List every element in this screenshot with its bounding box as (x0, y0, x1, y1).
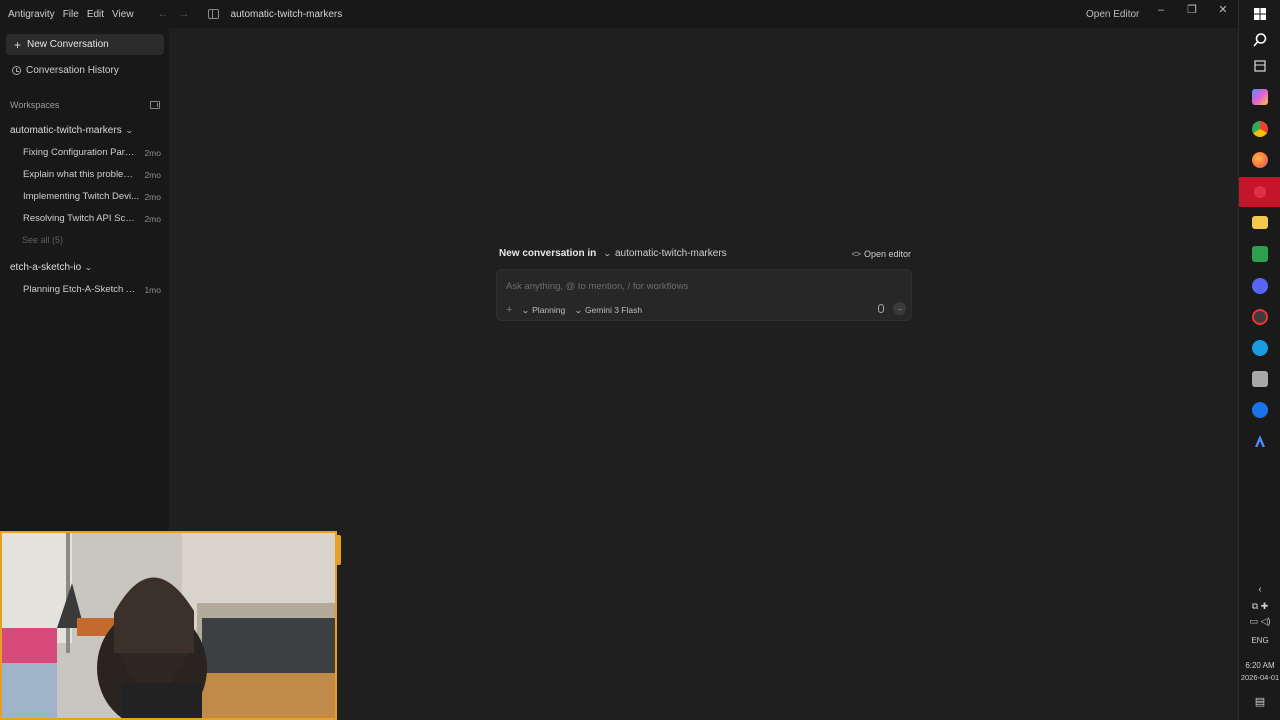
conversation-age: 1mo (144, 284, 161, 295)
title-bar: Antigravity File Edit View ← → automatic… (0, 0, 1238, 28)
forward-arrow-icon[interactable]: → (179, 8, 190, 20)
model-label: Gemini 3 Flash (584, 305, 643, 315)
new-conversation-button[interactable]: + New Conversation (6, 34, 164, 55)
language-indicator[interactable]: ENG (1239, 636, 1280, 645)
nav-arrows: ← → (158, 8, 190, 20)
menu-edit[interactable]: Edit (87, 9, 104, 20)
spreadsheet-icon[interactable] (1252, 246, 1268, 262)
webcam-tab (336, 535, 341, 565)
code-icon: <> (851, 248, 860, 259)
obs-icon[interactable] (1252, 309, 1268, 325)
conversation-item[interactable]: Planning Etch-A-Sketch App 1mo (23, 284, 161, 295)
conversation-title: Explain what this problem i... (23, 169, 139, 180)
webcam-overlay (0, 531, 337, 720)
active-app-highlight[interactable] (1239, 177, 1280, 207)
chevron-up-icon[interactable]: ‹ (1239, 584, 1280, 595)
conversation-title: Resolving Twitch API Scop... (23, 213, 139, 224)
steam-icon[interactable] (1252, 340, 1268, 356)
drive-icon[interactable] (1252, 371, 1268, 387)
chrome-icon[interactable] (1252, 121, 1268, 137)
restore-icon[interactable]: ❐ (1182, 4, 1202, 18)
workspace-selector-label: automatic-twitch-markers (614, 248, 727, 259)
firefox-icon[interactable] (1252, 152, 1268, 168)
composer-header: New conversation in ⌄ automatic-twitch-m… (499, 248, 911, 259)
conversation-item[interactable]: Implementing Twitch Devi... 2mo (23, 191, 161, 202)
conversation-item[interactable]: Resolving Twitch API Scop... 2mo (23, 213, 161, 224)
chevron-down-icon: ⌄ (124, 126, 134, 135)
antigravity-icon[interactable] (1252, 433, 1268, 449)
workspaces-header: Workspaces (10, 100, 160, 110)
task-view-icon[interactable] (1252, 58, 1268, 74)
microphone-icon[interactable] (878, 304, 884, 313)
menu-antigravity[interactable]: Antigravity (8, 9, 55, 20)
workspace-name: automatic-twitch-markers (10, 125, 122, 136)
maps-pin-icon[interactable] (1252, 402, 1268, 418)
add-folder-icon[interactable] (150, 101, 160, 109)
open-editor-link[interactable]: <> Open editor (851, 249, 911, 259)
conversation-age: 2mo (144, 169, 161, 180)
conversation-title: Fixing Configuration Parse ... (23, 147, 139, 158)
close-icon[interactable]: ✕ (1213, 4, 1233, 18)
conversation-item[interactable]: Fixing Configuration Parse ... 2mo (23, 147, 161, 158)
conversation-item[interactable]: Explain what this problem i... 2mo (23, 169, 161, 180)
open-editor-button[interactable]: Open Editor (1086, 9, 1139, 20)
conversation-age: 2mo (144, 191, 161, 202)
clock-date[interactable]: 2026-04-01 (1239, 673, 1280, 682)
mode-selector[interactable]: ⌄ Planning (521, 305, 566, 315)
composer-intro: New conversation in (499, 248, 597, 259)
plus-icon: + (14, 37, 22, 52)
chevron-down-icon: ⌄ (603, 249, 612, 258)
prompt-composer[interactable]: Ask anything, @ to mention, / for workfl… (496, 269, 912, 321)
add-context-icon[interactable]: + (506, 304, 512, 316)
conversation-title: Planning Etch-A-Sketch App (23, 284, 139, 295)
send-button[interactable]: → (893, 302, 906, 315)
conversation-history-label: Conversation History (26, 65, 119, 76)
conversation-age: 2mo (144, 147, 161, 158)
workspace-automatic-twitch-markers[interactable]: automatic-twitch-markers ⌄ (10, 125, 134, 136)
menu-bar: Antigravity File Edit View (0, 9, 134, 20)
composer-toolbar: + ⌄ Planning ⌄ Gemini 3 Flash (506, 304, 642, 316)
back-arrow-icon[interactable]: ← (158, 8, 169, 20)
see-all-link[interactable]: See all (5) (22, 235, 63, 245)
notifications-icon[interactable]: ▤ (1239, 695, 1280, 708)
taskbar: ‹ ⧉ ✚ ▭ ◁) ENG 6:20 AM 2026-04-01 ▤ (1238, 0, 1280, 720)
webcam-image (2, 533, 335, 718)
windows-start-icon[interactable] (1252, 6, 1268, 22)
workspace-name: etch-a-sketch-io (10, 262, 82, 273)
workspaces-label: Workspaces (10, 100, 60, 110)
app-icon (1254, 186, 1266, 198)
workspace-title: automatic-twitch-markers (230, 8, 343, 20)
copilot-icon[interactable] (1252, 89, 1268, 105)
prompt-input[interactable]: Ask anything, @ to mention, / for workfl… (506, 281, 688, 292)
sidebar-toggle-icon[interactable] (207, 9, 219, 19)
conversation-history-button[interactable]: Conversation History (12, 65, 119, 76)
menu-view[interactable]: View (112, 9, 134, 20)
network-volume-icons[interactable]: ▭ ◁) (1239, 616, 1280, 627)
chevron-down-icon: ⌄ (84, 263, 93, 272)
mode-label: Planning (532, 305, 566, 315)
menu-file[interactable]: File (63, 9, 79, 20)
discord-icon[interactable] (1252, 278, 1268, 294)
chevron-down-icon: ⌄ (574, 305, 583, 315)
workspace-selector[interactable]: ⌄ automatic-twitch-markers (603, 248, 727, 259)
workspace-etch-a-sketch-io[interactable]: etch-a-sketch-io ⌄ (10, 262, 93, 273)
chevron-down-icon: ⌄ (521, 305, 531, 315)
conversation-title: Implementing Twitch Devi... (23, 191, 139, 202)
new-conversation-label: New Conversation (27, 39, 109, 50)
file-explorer-icon[interactable] (1252, 216, 1268, 229)
conversation-age: 2mo (144, 213, 161, 224)
open-editor-label: Open editor (863, 248, 911, 259)
history-icon (12, 66, 21, 75)
tray-icons[interactable]: ⧉ ✚ (1239, 601, 1280, 612)
clock-time[interactable]: 6:20 AM (1239, 661, 1280, 670)
minimize-icon[interactable]: – (1151, 4, 1171, 18)
model-selector[interactable]: ⌄ Gemini 3 Flash (574, 305, 643, 315)
search-icon[interactable] (1252, 32, 1268, 48)
